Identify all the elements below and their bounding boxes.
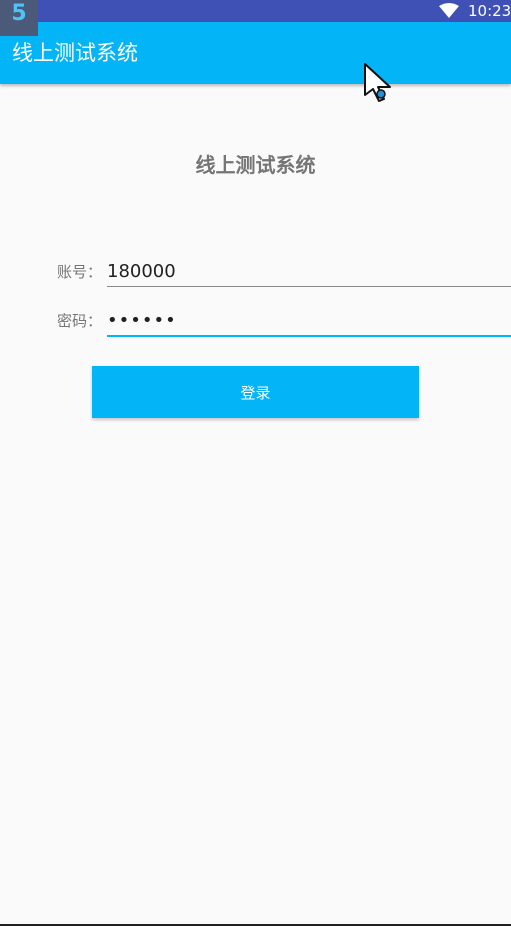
account-label: 账号： [57, 263, 103, 281]
account-input[interactable] [107, 257, 511, 287]
login-screen: 10:23 5 线上测试系统 线上测试系统 账号： 密码： 登录 [0, 0, 511, 926]
app-bar-title: 线上测试系统 [12, 41, 138, 65]
app-bar: 线上测试系统 [0, 22, 511, 84]
wifi-icon [439, 3, 459, 18]
login-button[interactable]: 登录 [92, 366, 419, 418]
login-heading: 线上测试系统 [195, 153, 316, 177]
password-label: 密码： [57, 312, 103, 330]
app-notification-icon: 5 [0, 0, 38, 36]
password-input[interactable] [107, 306, 511, 337]
status-bar: 10:23 [0, 0, 511, 22]
status-time: 10:23 [468, 2, 511, 20]
mouse-cursor-icon [364, 63, 391, 102]
